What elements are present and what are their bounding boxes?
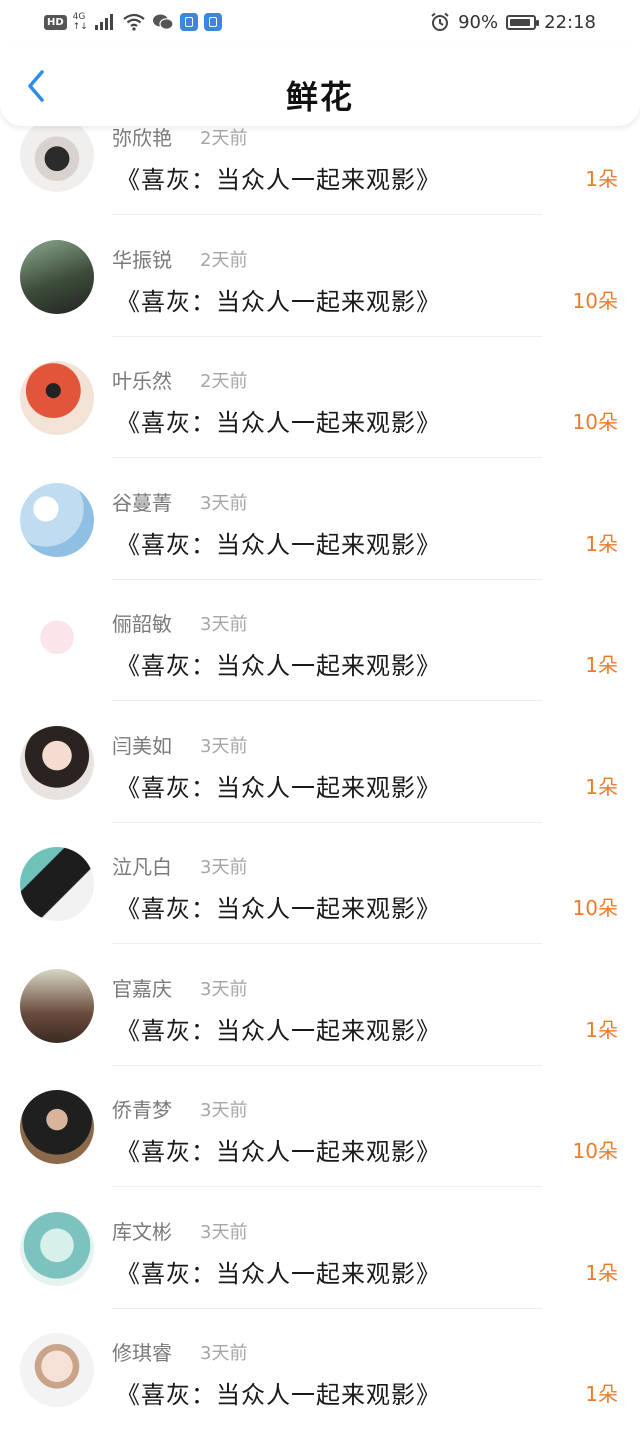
user-name: 叶乐然 (112, 369, 172, 393)
user-name: 闫美如 (112, 733, 172, 758)
divider (112, 1307, 542, 1309)
divider (112, 214, 542, 215)
post-time: 3天前 (200, 614, 248, 635)
avatar[interactable] (20, 1211, 94, 1286)
flower-count: 1朵 (585, 774, 618, 799)
flower-count: 1朵 (585, 1017, 618, 1042)
list-item[interactable]: 闫美如 3天前《喜灰：当众人一起来观影》 1朵 (0, 722, 640, 844)
app-header: 鲜花 (0, 44, 640, 126)
signal-icon (94, 14, 113, 30)
network-type: 4G (72, 12, 86, 22)
post-time: 3天前 (200, 1100, 248, 1121)
avatar[interactable] (20, 118, 94, 192)
app-badge-icon (203, 13, 222, 31)
post-time: 3天前 (200, 857, 248, 878)
user-name: 弥欣艳 (112, 126, 172, 150)
page-title: 鲜花 (285, 78, 354, 116)
hd-icon: HD (44, 14, 67, 30)
flower-count: 10朵 (572, 896, 618, 920)
list-item[interactable]: 谷蔓菁 3天前《喜灰：当众人一起来观影》 1朵 (0, 479, 640, 601)
list-item[interactable]: 侨青梦 3天前《喜灰：当众人一起来观影》 10朵 (0, 1086, 640, 1208)
flower-count: 10朵 (572, 1139, 618, 1163)
post-time: 3天前 (200, 492, 248, 514)
work-title: 《喜灰：当众人一起来观影》 (116, 1016, 441, 1045)
flower-count: 1朵 (585, 1382, 618, 1406)
work-title: 《喜灰：当众人一起来观影》 (116, 773, 441, 802)
post-time: 3天前 (200, 1343, 248, 1364)
battery-level (510, 18, 530, 26)
wechat-icon (152, 14, 174, 30)
divider (112, 1064, 542, 1066)
flower-count: 10朵 (572, 288, 618, 313)
user-name: 修琪睿 (112, 1341, 172, 1365)
work-title: 《喜灰：当众人一起来观影》 (116, 652, 441, 680)
post-time: 2天前 (200, 371, 248, 392)
avatar[interactable] (20, 604, 94, 678)
divider (112, 1186, 542, 1187)
work-title: 《喜灰：当众人一起来观影》 (116, 895, 441, 923)
work-title: 《喜灰：当众人一起来观影》 (116, 1259, 441, 1288)
avatar[interactable] (20, 847, 94, 921)
divider (112, 943, 542, 944)
flower-count: 1朵 (585, 167, 618, 191)
list-item[interactable]: 库文彬 3天前《喜灰：当众人一起来观影》 1朵 (0, 1208, 640, 1330)
user-name: 华振锐 (112, 247, 172, 272)
avatar[interactable] (20, 482, 94, 557)
divider (112, 578, 542, 580)
battery-icon (506, 14, 540, 30)
post-time: 2天前 (200, 128, 248, 149)
work-title: 《喜灰：当众人一起来观影》 (116, 1138, 441, 1166)
clock: 22:18 (544, 11, 596, 33)
work-title: 《喜灰：当众人一起来观影》 (116, 409, 441, 437)
work-title: 《喜灰：当众人一起来观影》 (116, 530, 441, 559)
user-name: 官嘉庆 (112, 976, 172, 1001)
divider (112, 700, 542, 701)
user-name: 泣凡白 (112, 855, 172, 879)
avatar[interactable] (20, 968, 94, 1043)
work-title: 《喜灰：当众人一起来观影》 (116, 287, 441, 316)
flower-count: 1朵 (585, 1260, 618, 1285)
flower-count: 1朵 (585, 653, 618, 677)
post-time: 3天前 (200, 1221, 248, 1243)
list-item[interactable]: 俪韶敏 3天前《喜灰：当众人一起来观影》 1朵 (0, 600, 640, 722)
work-title: 《喜灰：当众人一起来观影》 (116, 1381, 441, 1409)
avatar[interactable] (20, 361, 94, 435)
list-item[interactable]: 华振锐 2天前《喜灰：当众人一起来观影》 10朵 (0, 236, 640, 358)
status-left: HD 4G ↑↓ (44, 10, 222, 34)
divider (112, 821, 542, 823)
flower-giver-list: 弥欣艳 2天前 《喜灰：当众人一起来观影》 1朵 华振锐 2天前 《喜灰：当众人一起来观影》… (0, 0, 640, 1422)
divider (112, 335, 542, 337)
list-item[interactable]: 弥欣艳 2天前《喜灰：当众人一起来观影》 1朵 (0, 114, 640, 236)
avatar[interactable] (20, 239, 94, 314)
list-item[interactable]: 修琪睿 3天前《喜灰：当众人一起来观影》 1朵 (0, 1329, 640, 1451)
battery-percent: 90% (458, 11, 499, 33)
work-title: 《喜灰：当众人一起来观影》 (116, 166, 441, 194)
app-badge-icon (179, 13, 198, 31)
avatar[interactable] (20, 1090, 94, 1164)
user-name: 库文彬 (112, 1219, 172, 1244)
network-direction: ↑↓ (72, 22, 88, 32)
flower-count: 1朵 (585, 531, 618, 556)
post-time: 2天前 (200, 249, 248, 271)
list-item[interactable]: 叶乐然 2天前《喜灰：当众人一起来观影》 10朵 (0, 357, 640, 479)
user-name: 俪韶敏 (112, 612, 172, 636)
status-bar: HD 4G ↑↓ 90% 22:18 (0, 0, 640, 44)
flower-count: 10朵 (572, 410, 618, 434)
status-right: 90% 22:18 (430, 10, 596, 34)
avatar[interactable] (20, 725, 94, 800)
list-item[interactable]: 官嘉庆 3天前《喜灰：当众人一起来观影》 1朵 (0, 965, 640, 1087)
post-time: 3天前 (200, 735, 248, 757)
network-indicator: 4G ↑↓ (73, 12, 88, 32)
list-item[interactable]: 泣凡白 3天前《喜灰：当众人一起来观影》 10朵 (0, 843, 640, 965)
avatar[interactable] (20, 1333, 94, 1407)
divider (112, 457, 542, 458)
user-name: 侨青梦 (112, 1098, 172, 1122)
alarm-icon (431, 12, 449, 31)
post-time: 3天前 (200, 978, 248, 1000)
user-name: 谷蔓菁 (112, 490, 172, 515)
wifi-icon (123, 13, 145, 31)
